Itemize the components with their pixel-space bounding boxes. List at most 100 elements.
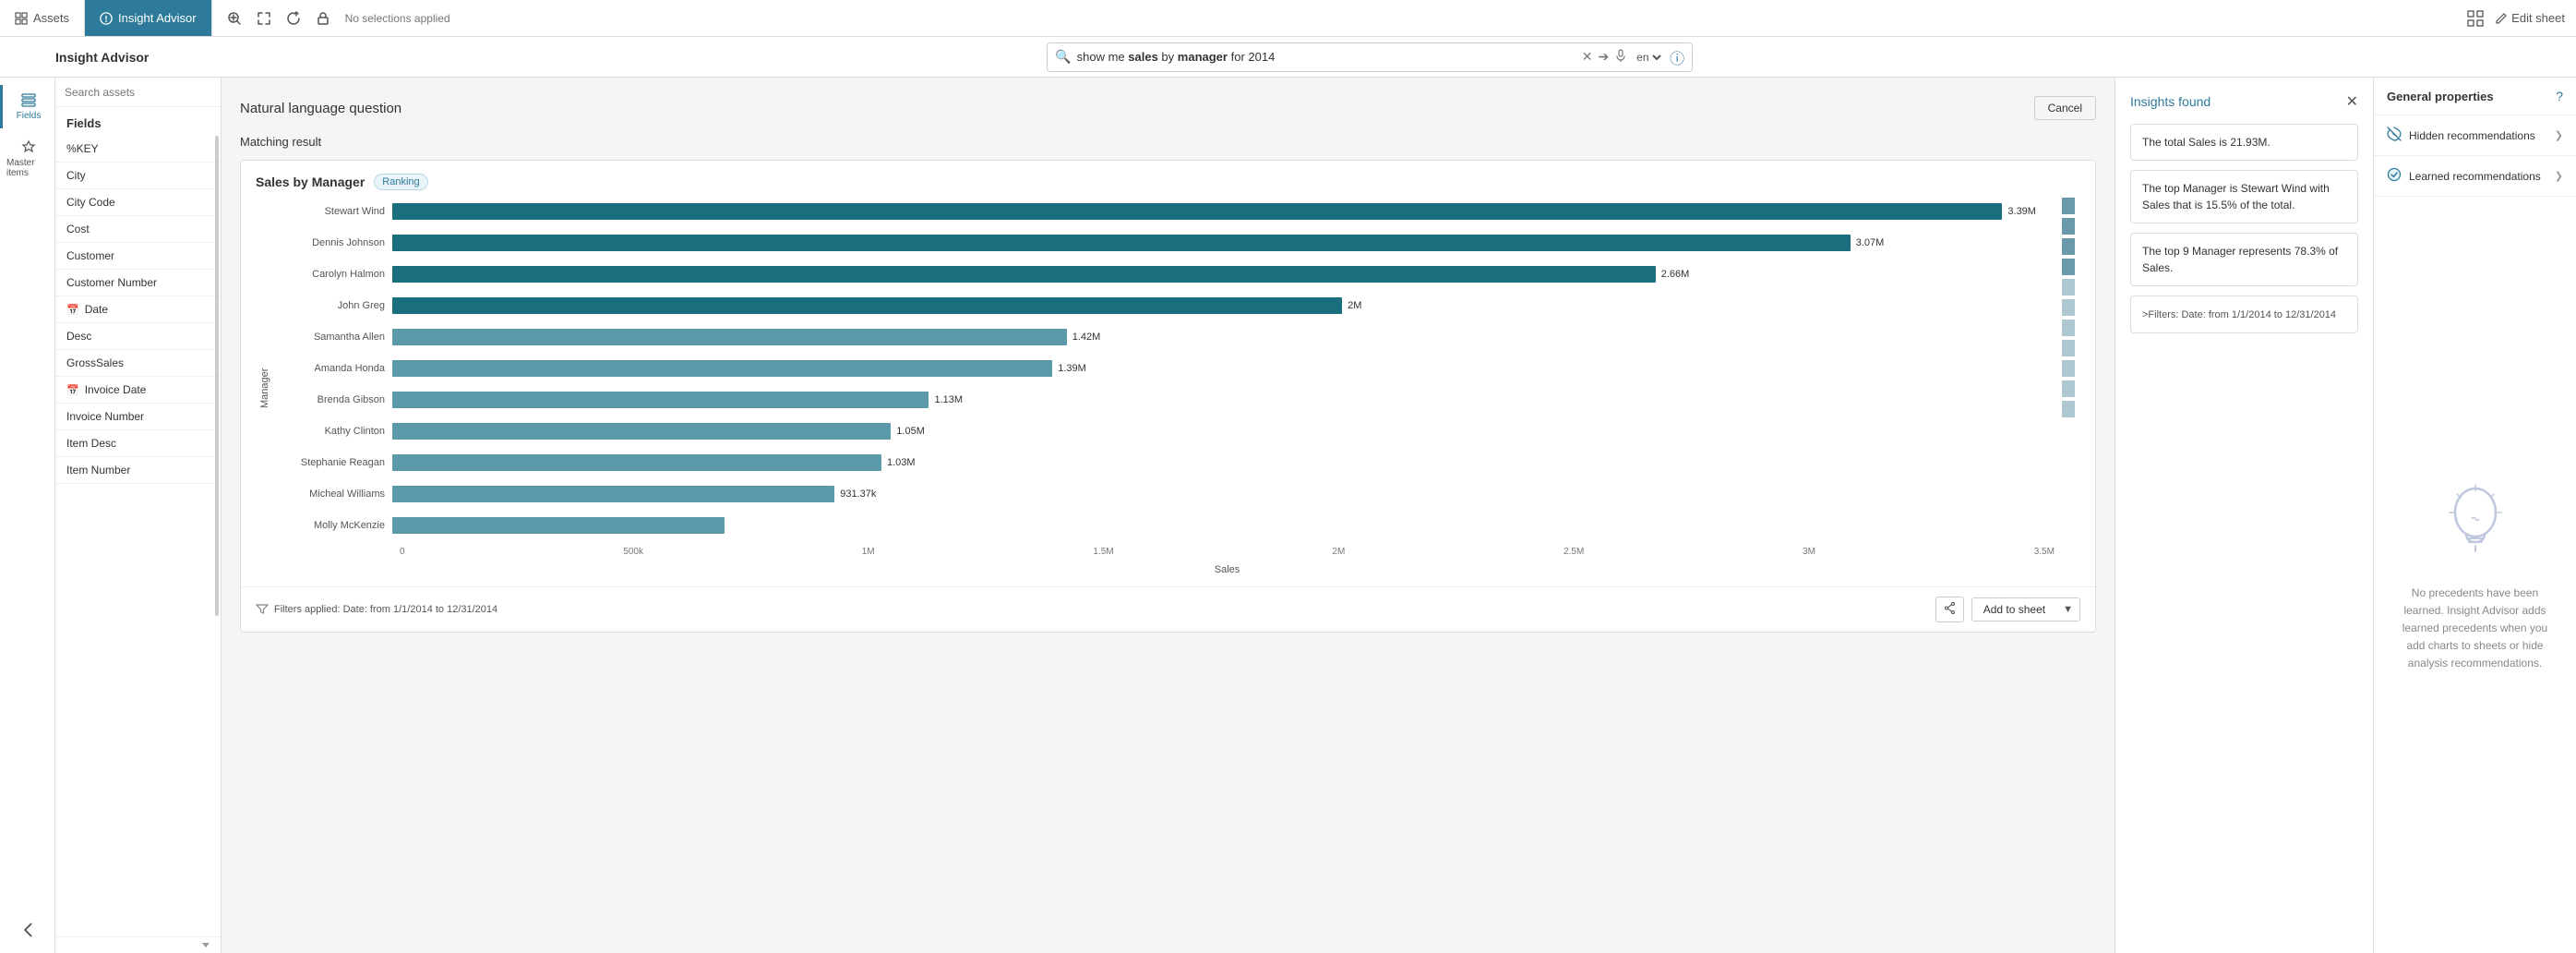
ranking-badge: Ranking xyxy=(374,174,427,190)
bar xyxy=(392,454,881,471)
assets-label: Assets xyxy=(33,11,69,25)
share-btn[interactable] xyxy=(1935,597,1964,622)
cancel-btn[interactable]: Cancel xyxy=(2034,96,2096,120)
insights-title: Insights found xyxy=(2130,94,2211,109)
fields-scroll[interactable]: %KEY City City Code Cost Customer Custom… xyxy=(55,136,221,936)
add-to-sheet-btn[interactable]: Add to sheet xyxy=(1972,598,2056,621)
bar-row: Stephanie Reagan 1.03M xyxy=(282,449,2055,476)
bar-label: Dennis Johnson xyxy=(282,237,392,248)
field-item-key[interactable]: %KEY xyxy=(55,136,221,163)
field-item-customer[interactable]: Customer xyxy=(55,243,221,270)
zoom-icon-btn[interactable] xyxy=(223,7,246,30)
no-selections-label: No selections applied xyxy=(345,12,450,25)
search-actions: ✕ ➔ en ⓘ xyxy=(1582,46,1684,68)
insight-icon xyxy=(100,12,113,25)
bar-value: 1.03M xyxy=(887,457,916,468)
search-bar[interactable]: 🔍 show me sales by manager for 2014 ✕ ➔ … xyxy=(1047,42,1693,72)
mini-bar xyxy=(2062,320,2075,336)
bar-container: 3.39M xyxy=(392,203,2055,220)
x-axis-tick: 1.5M xyxy=(1093,547,1113,557)
field-item-item-number[interactable]: Item Number xyxy=(55,457,221,484)
insight-card-3: The top 9 Manager represents 78.3% of Sa… xyxy=(2130,233,2358,286)
bar-container: 1.05M xyxy=(392,423,2055,440)
collapse-panel-btn[interactable] xyxy=(0,914,54,946)
bar xyxy=(392,423,891,440)
mini-bar xyxy=(2062,299,2075,316)
bar-container: 3.07M xyxy=(392,235,2055,251)
expand-icon-btn[interactable] xyxy=(253,7,275,30)
x-axis-tick: 1M xyxy=(862,547,875,557)
chart-footer-actions: Add to sheet ▼ xyxy=(1935,597,2080,622)
date-calendar-icon: 📅 xyxy=(66,304,79,316)
bar-row: Dennis Johnson 3.07M xyxy=(282,229,2055,257)
bar-container: 2.66M xyxy=(392,266,2055,283)
bar-row: Kathy Clinton1.05M xyxy=(282,417,2055,445)
zoom-icon xyxy=(227,11,242,26)
hidden-recommendations-item[interactable]: Hidden recommendations ❯ xyxy=(2374,115,2576,156)
field-item-city-code[interactable]: City Code xyxy=(55,189,221,216)
search-submit-btn[interactable]: ➔ xyxy=(1598,49,1609,65)
learned-recommendations-item[interactable]: Learned recommendations ❯ xyxy=(2374,156,2576,197)
tab-assets[interactable]: Assets xyxy=(0,0,85,36)
bar-row: Molly McKenzie xyxy=(282,512,2055,539)
bar-container: 1.13M xyxy=(392,392,2055,408)
assets-icon xyxy=(15,12,28,25)
bar-label: Stephanie Reagan xyxy=(282,457,392,468)
grid-view-btn[interactable] xyxy=(2463,6,2487,30)
field-item-desc[interactable]: Desc xyxy=(55,323,221,350)
mini-bar xyxy=(2062,198,2075,214)
sidebar-item-fields[interactable]: Fields xyxy=(0,85,54,128)
chart-card: Sales by Manager Ranking Manager Stewart… xyxy=(240,160,2096,633)
bar-value: 1.42M xyxy=(1072,332,1101,343)
left-icons-panel: Fields Master items xyxy=(0,78,55,953)
tab-insight-advisor[interactable]: Insight Advisor xyxy=(85,0,212,36)
edit-sheet-label: Edit sheet xyxy=(2511,11,2565,25)
field-item-customer-number[interactable]: Customer Number xyxy=(55,270,221,296)
question-title: Natural language question xyxy=(240,101,401,116)
field-item-city[interactable]: City xyxy=(55,163,221,189)
field-label-gross-sales: GrossSales xyxy=(66,356,124,369)
scroll-bar[interactable] xyxy=(215,136,219,616)
y-axis-label: Manager xyxy=(256,198,274,579)
chart-area: Manager Stewart Wind3.39MDennis Johnson3… xyxy=(241,198,2095,586)
search-icon: 🔍 xyxy=(1055,49,1071,65)
rotate-icon-btn[interactable] xyxy=(282,7,305,30)
mini-bar xyxy=(2062,340,2075,356)
bar xyxy=(392,517,725,534)
insight-text-1: The total Sales is 21.93M. xyxy=(2142,136,2270,149)
add-to-sheet-dropdown-btn[interactable]: ▼ xyxy=(2056,599,2079,620)
general-props-header: General properties ? xyxy=(2374,78,2576,115)
field-item-gross-sales[interactable]: GrossSales xyxy=(55,350,221,377)
field-item-invoice-date[interactable]: 📅 Invoice Date xyxy=(55,377,221,404)
bar-value: 3.07M xyxy=(1856,237,1885,248)
rec-left-learned: Learned recommendations xyxy=(2387,167,2541,185)
bar-chart-container: Stewart Wind3.39MDennis Johnson3.07MCaro… xyxy=(282,198,2055,579)
info-icon[interactable]: ⓘ xyxy=(1670,46,1684,68)
clear-search-btn[interactable]: ✕ xyxy=(1582,49,1593,65)
bar-value: 2.66M xyxy=(1661,269,1690,280)
bar-container xyxy=(392,517,2055,534)
edit-sheet-btn[interactable]: Edit sheet xyxy=(2495,11,2565,25)
field-item-invoice-number[interactable]: Invoice Number xyxy=(55,404,221,430)
bar-row: Micheal Williams931.37k xyxy=(282,480,2055,508)
x-axis-tick: 500k xyxy=(623,547,643,557)
close-insights-btn[interactable]: ✕ xyxy=(2346,92,2358,111)
field-item-date[interactable]: 📅 Date xyxy=(55,296,221,323)
field-item-item-desc[interactable]: Item Desc xyxy=(55,430,221,457)
field-label-cost: Cost xyxy=(66,223,90,235)
bar-row: John Greg2M xyxy=(282,292,2055,320)
mini-bar xyxy=(2062,238,2075,255)
field-label-item-desc: Item Desc xyxy=(66,437,116,450)
bar-container: 1.39M xyxy=(392,360,2055,377)
language-select[interactable]: en xyxy=(1633,50,1664,65)
field-item-cost[interactable]: Cost xyxy=(55,216,221,243)
lock-icon-btn[interactable] xyxy=(312,7,334,30)
scroll-down-arrow[interactable] xyxy=(202,943,210,947)
bar-value: 1.13M xyxy=(934,394,963,405)
mic-btn[interactable] xyxy=(1614,49,1627,65)
sidebar-item-master-items[interactable]: Master items xyxy=(0,132,54,186)
bar-row: Samantha Allen1.42M xyxy=(282,323,2055,351)
help-icon[interactable]: ? xyxy=(2556,89,2563,103)
fields-search-input[interactable] xyxy=(65,86,211,99)
top-right: Edit sheet xyxy=(2452,6,2576,30)
